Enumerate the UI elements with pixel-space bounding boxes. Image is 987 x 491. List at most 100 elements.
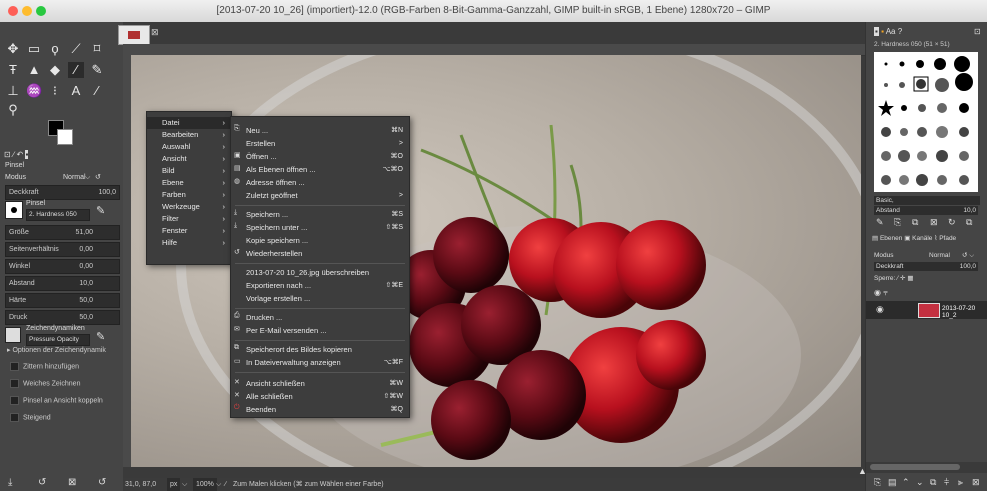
zoom-chevron-icon[interactable]: ⌵	[216, 478, 221, 491]
brushes-tab-icon[interactable]: ▪	[874, 27, 879, 36]
eraser-tool-icon[interactable]: ✎	[89, 62, 105, 78]
new-brush-icon[interactable]: ⎘	[894, 217, 901, 228]
unit-select[interactable]: px	[167, 478, 181, 491]
help-tab-icon[interactable]: ?	[898, 27, 902, 36]
menu-open-recent[interactable]: Zuletzt geöffnet >	[231, 190, 409, 202]
dock-menu-icon[interactable]: ⊡	[974, 27, 981, 36]
force-slider[interactable]: Druck 50,0	[5, 310, 120, 325]
menu-item-hilfe[interactable]: Hilfe ›	[147, 237, 231, 249]
zoom-tool-icon[interactable]: ⚲	[5, 102, 21, 118]
menu-copy-location[interactable]: Speicherort des Bildes kopieren	[231, 344, 409, 356]
brushes-grid[interactable]	[874, 52, 978, 192]
color-picker-tool-icon[interactable]: ⁄	[89, 83, 105, 99]
layer-mode-select[interactable]: Normal	[929, 250, 950, 261]
edit-brush-icon[interactable]: ✎	[96, 204, 105, 217]
transform-tool-icon[interactable]: Ŧ	[5, 62, 21, 78]
vertical-ruler[interactable]	[123, 55, 131, 467]
lock-brush-to-view-checkbox[interactable]: Pinsel an Ansicht koppeln	[10, 396, 103, 405]
menu-quit[interactable]: Beenden ⌘Q	[231, 404, 409, 416]
menu-item-bearbeiten[interactable]: Bearbeiten ›	[147, 129, 231, 141]
text-tool-icon[interactable]: A	[68, 83, 84, 99]
dynamics-preview[interactable]	[5, 327, 21, 343]
unit-chevron-icon[interactable]: ⌵	[182, 478, 187, 491]
menu-show-in-file-manager[interactable]: In Dateiverwaltung anzeigen ⌥⌘F	[231, 357, 409, 369]
anchor-layer-icon[interactable]: ⫩	[944, 477, 949, 488]
reset-layer-mode-icon[interactable]: ↺ ⌵	[962, 250, 974, 261]
rect-select-tool-icon[interactable]: ▭	[26, 41, 42, 57]
menu-item-auswahl[interactable]: Auswahl ›	[147, 141, 231, 153]
dynamics-field[interactable]: Pressure Opacity	[26, 334, 90, 346]
move-tool-icon[interactable]: ✥	[5, 41, 21, 57]
layers-scrollbar[interactable]	[866, 462, 987, 473]
menu-send-email[interactable]: Per E-Mail versenden ...	[231, 325, 409, 337]
restore-options-icon[interactable]: ↺	[38, 477, 46, 488]
hardness-slider[interactable]: Härte 50,0	[5, 293, 120, 308]
tab-layers[interactable]: ▤ Ebenen	[872, 235, 902, 242]
layer-row[interactable]: ◉ 2013-07-20 10_2	[866, 301, 987, 319]
menu-revert[interactable]: Wiederherstellen	[231, 248, 409, 260]
edit-dynamics-icon[interactable]: ✎	[96, 330, 105, 343]
menu-new[interactable]: Neu ... ⌘N	[231, 125, 409, 137]
mode-select[interactable]: Normal	[63, 172, 86, 184]
dynamics-options-expander[interactable]: ▸ Optionen der Zeichendynamik	[7, 346, 106, 354]
delete-options-icon[interactable]: ⊠	[68, 477, 76, 488]
brush-tag-field[interactable]: Basic,	[874, 196, 980, 205]
undo-history-tab-icon[interactable]: ↶	[17, 150, 24, 159]
patterns-tab-icon[interactable]: ▪	[881, 27, 884, 36]
reset-options-icon[interactable]: ↺	[98, 477, 106, 488]
lock-pixels-icon[interactable]: ∕	[897, 275, 898, 282]
menu-create[interactable]: Erstellen >	[231, 138, 409, 150]
eye-icon[interactable]: ◉	[876, 304, 884, 315]
close-image-tab-icon[interactable]: ⊠	[151, 27, 159, 38]
bucket-fill-tool-icon[interactable]: ◆	[47, 62, 63, 78]
menu-save[interactable]: Speichern ... ⌘S	[231, 209, 409, 221]
smooth-stroke-checkbox[interactable]: Weiches Zeichnen	[10, 379, 80, 388]
lasso-tool-icon[interactable]: ϙ	[47, 41, 63, 57]
lower-layer-icon[interactable]: ⌄	[916, 477, 924, 488]
open-brush-folder-icon[interactable]: ⧉	[966, 217, 972, 228]
navigate-icon[interactable]: ▲	[858, 466, 867, 476]
menu-item-fenster[interactable]: Fenster ›	[147, 225, 231, 237]
duplicate-brush-icon[interactable]: ⧉	[912, 217, 918, 228]
menu-item-filter[interactable]: Filter ›	[147, 213, 231, 225]
menu-close-all[interactable]: Alle schließen ⇧⌘W	[231, 391, 409, 403]
menu-save-copy[interactable]: Kopie speichern ...	[231, 235, 409, 247]
duplicate-layer-icon[interactable]: ⧉	[930, 477, 936, 488]
lock-position-icon[interactable]: ✛	[900, 275, 905, 282]
menu-save-as[interactable]: Speichern unter ... ⇧⌘S	[231, 222, 409, 234]
clone-tool-icon[interactable]: ⊥	[5, 83, 21, 99]
tab-paths[interactable]: ⌇ Pfade	[934, 235, 956, 242]
brush-name-field[interactable]: 2. Hardness 050	[26, 209, 90, 221]
brush-preview[interactable]	[5, 201, 23, 219]
new-layer-icon[interactable]: ⎘	[874, 477, 881, 488]
warp-tool-icon[interactable]: ▲	[26, 62, 42, 78]
menu-print[interactable]: Drucken ...	[231, 312, 409, 324]
device-status-tab-icon[interactable]: ∕	[13, 150, 14, 159]
menu-item-werkzeuge[interactable]: Werkzeuge ›	[147, 201, 231, 213]
paintbrush-tool-icon[interactable]: ∕	[68, 62, 84, 78]
menu-item-farben[interactable]: Farben ›	[147, 189, 231, 201]
background-color[interactable]	[57, 129, 73, 145]
menu-item-bild[interactable]: Bild ›	[147, 165, 231, 177]
angle-slider[interactable]: Winkel 0,00	[5, 259, 120, 274]
fonts-tab-icon[interactable]: Aa	[886, 27, 896, 36]
incremental-checkbox[interactable]: Steigend	[10, 413, 51, 422]
zoom-select[interactable]: 100%	[193, 478, 217, 491]
lock-alpha-icon[interactable]: ▦	[907, 275, 913, 282]
smudge-tool-icon[interactable]: ♒	[26, 83, 42, 99]
menu-item-ebene[interactable]: Ebene ›	[147, 177, 231, 189]
delete-layer-icon[interactable]: ⊠	[972, 477, 980, 488]
menu-export-as[interactable]: Exportieren nach ... ⇧⌘E	[231, 280, 409, 292]
brush-spacing-slider[interactable]: Abstand 10,0	[874, 206, 978, 215]
delete-brush-icon[interactable]: ⊠	[930, 217, 938, 228]
fuzzy-select-tool-icon[interactable]: ⟋	[68, 41, 84, 57]
opacity-slider[interactable]: Deckkraft 100,0	[5, 185, 120, 200]
merge-layer-icon[interactable]: ⫸	[958, 477, 963, 488]
spacing-slider[interactable]: Abstand 10,0	[5, 276, 120, 291]
images-tab-icon[interactable]: ▪	[25, 150, 29, 159]
tab-channels[interactable]: ▣ Kanäle	[904, 235, 932, 242]
new-group-icon[interactable]: ▤	[888, 477, 897, 488]
edit-brush-button-icon[interactable]: ✎	[876, 217, 884, 228]
menu-create-template[interactable]: Vorlage erstellen ...	[231, 293, 409, 305]
save-options-icon[interactable]: ⤓	[8, 477, 12, 488]
